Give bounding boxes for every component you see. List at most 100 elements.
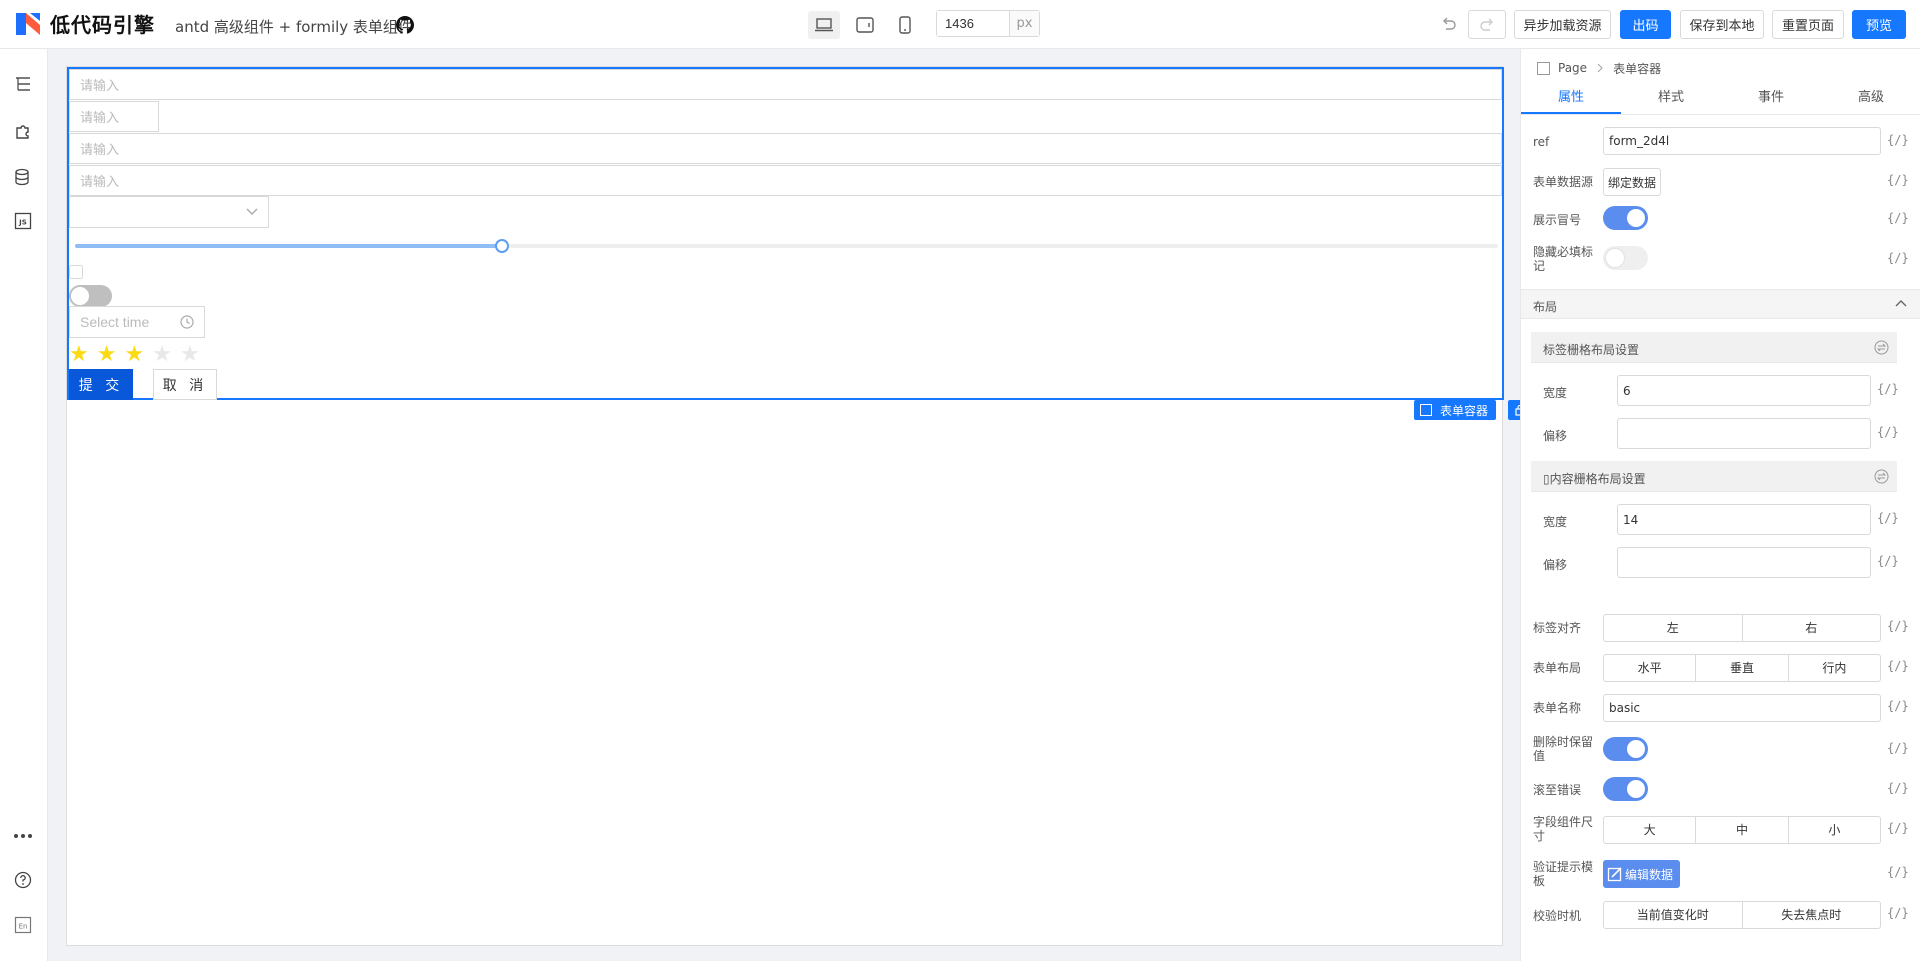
undo-icon[interactable] [1440,15,1458,33]
ref-label: ref [1533,135,1550,149]
validate-on-change[interactable]: 当前值变化时 [1604,902,1742,928]
form-layout-inline[interactable]: 行内 [1787,655,1880,681]
form-layout-horizontal[interactable]: 水平 [1604,655,1695,681]
show-colon-switch[interactable] [1603,206,1648,230]
tablet-view-button[interactable] [849,11,881,39]
export-code-button[interactable]: 出码 [1620,10,1671,39]
canvas-width-input[interactable] [937,11,1009,36]
redo-button[interactable] [1468,10,1506,39]
validate-trigger-code-toggle[interactable]: {/} [1887,906,1909,920]
star-icon[interactable]: ★ [97,344,117,366]
form-name-input[interactable]: basic [1603,694,1881,722]
datasource-code-toggle[interactable]: {/} [1887,173,1909,187]
text-input-1[interactable]: 请输入 [69,69,1502,100]
validate-trigger-segment: 当前值变化时 失去焦点时 [1603,901,1881,929]
form-layout-code-toggle[interactable]: {/} [1887,659,1909,673]
size-small[interactable]: 小 [1787,817,1880,843]
content-grid-header[interactable]: ▯内容栅格布局设置 [1531,461,1897,492]
hide-required-label: 隐藏必填标记 [1533,245,1594,273]
scroll-error-switch[interactable] [1603,777,1648,801]
preview-button[interactable]: 预览 [1852,10,1906,39]
form-layout-vertical[interactable]: 垂直 [1695,655,1787,681]
form-container[interactable]: 请输入 请输入 请输入 请输入 Select time ★ ★ ★ ★ ★ 提 交 取 … [67,67,1504,400]
ref-input[interactable]: form_2d4l [1603,127,1881,155]
switch-toggle[interactable] [69,285,112,307]
text-input-3[interactable]: 请输入 [69,133,1502,164]
tab-advanced[interactable]: 高级 [1821,82,1920,114]
scroll-error-code-toggle[interactable]: {/} [1887,781,1909,795]
validate-template-code-toggle[interactable]: {/} [1887,865,1909,879]
label-width-code-toggle[interactable]: {/} [1877,382,1899,396]
ref-code-toggle[interactable]: {/} [1887,133,1909,147]
hide-required-code-toggle[interactable]: {/} [1887,251,1909,265]
reset-page-button[interactable]: 重置页面 [1772,10,1844,39]
selected-component-tag[interactable]: 表单容器 [1414,400,1497,420]
checkbox[interactable] [69,265,83,279]
hide-required-switch[interactable] [1603,246,1648,270]
outline-tree-icon[interactable] [12,73,34,95]
rating[interactable]: ★ ★ ★ ★ ★ [69,344,200,366]
star-icon[interactable]: ★ [152,344,172,366]
swap-icon[interactable] [1874,469,1889,484]
form-layout-segment: 水平 垂直 行内 [1603,654,1881,682]
preserve-code-toggle[interactable]: {/} [1887,741,1909,755]
async-load-button[interactable]: 异步加载资源 [1514,10,1611,39]
content-width-input[interactable]: 14 [1617,504,1871,535]
slider-handle[interactable] [495,239,509,253]
star-icon[interactable]: ★ [124,344,144,366]
validate-template-label: 验证提示模板 [1533,860,1594,888]
content-width-code-toggle[interactable]: {/} [1877,511,1899,525]
form-layout-label: 表单布局 [1533,661,1582,675]
select-field[interactable] [69,196,269,228]
label-width-label: 宽度 [1543,386,1568,400]
help-icon[interactable] [12,869,34,891]
language-icon[interactable]: En [12,914,34,936]
edit-data-button[interactable]: 编辑数据 [1603,860,1680,888]
content-offset-input[interactable] [1617,547,1871,578]
label-width-input[interactable]: 6 [1617,375,1871,406]
phone-view-button[interactable] [889,11,921,39]
cancel-button[interactable]: 取 消 [153,369,217,400]
preserve-switch[interactable] [1603,737,1648,761]
more-icon[interactable] [12,825,34,847]
text-input-2[interactable]: 请输入 [69,101,159,132]
svg-text:JS: JS [18,219,27,227]
size-large[interactable]: 大 [1604,817,1695,843]
swap-icon[interactable] [1874,340,1889,355]
label-offset-input[interactable] [1617,418,1871,449]
label-offset-code-toggle[interactable]: {/} [1877,425,1899,439]
size-medium[interactable]: 中 [1695,817,1787,843]
star-icon[interactable]: ★ [69,344,89,366]
js-code-icon[interactable]: JS [12,210,34,232]
form-name-label: 表单名称 [1533,701,1582,715]
label-grid-header[interactable]: 标签栅格布局设置 [1531,332,1897,363]
phone-icon [899,16,911,34]
breadcrumb-root[interactable]: Page [1558,61,1587,75]
container-icon [1420,404,1432,416]
tab-props[interactable]: 属性 [1521,82,1621,114]
desktop-view-button[interactable] [808,11,840,39]
tab-events[interactable]: 事件 [1721,82,1821,114]
design-canvas[interactable]: 请输入 请输入 请输入 请输入 Select time ★ ★ ★ ★ ★ 提 交 取 … [66,66,1570,946]
label-align-right[interactable]: 右 [1741,615,1881,641]
label-align-left[interactable]: 左 [1604,615,1742,641]
submit-button[interactable]: 提 交 [69,369,133,400]
components-puzzle-icon[interactable] [12,120,34,142]
slider[interactable] [75,239,1498,253]
validate-on-blur[interactable]: 失去焦点时 [1741,902,1881,928]
header-subtitle: antd 高级组件 + formily 表单组件 [175,18,413,36]
layout-section-header[interactable]: 布局 [1521,289,1920,319]
datasource-icon[interactable] [12,166,34,188]
time-picker[interactable]: Select time [69,306,205,338]
form-name-code-toggle[interactable]: {/} [1887,699,1909,713]
content-offset-code-toggle[interactable]: {/} [1877,554,1899,568]
save-local-button[interactable]: 保存到本地 [1680,10,1764,39]
github-icon[interactable] [396,16,414,34]
show-colon-code-toggle[interactable]: {/} [1887,211,1909,225]
bind-data-button[interactable]: 绑定数据 [1603,168,1661,196]
tab-style[interactable]: 样式 [1621,82,1721,114]
text-input-4[interactable]: 请输入 [69,165,1502,196]
star-icon[interactable]: ★ [180,344,200,366]
size-code-toggle[interactable]: {/} [1887,821,1909,835]
label-align-code-toggle[interactable]: {/} [1887,619,1909,633]
